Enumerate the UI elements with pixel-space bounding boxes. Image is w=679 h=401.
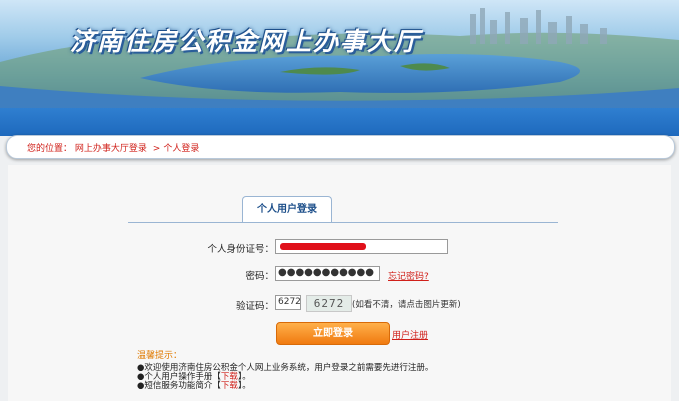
tip-close: 】。 — [237, 381, 251, 391]
tab-personal-login[interactable]: 个人用户登录 — [242, 196, 332, 223]
nav-bar — [0, 108, 679, 136]
password-label: 密码： — [245, 271, 274, 282]
tab-divider — [128, 222, 558, 223]
breadcrumb-current: 个人登录 — [163, 144, 200, 154]
captcha-label: 验证码： — [235, 301, 274, 312]
captcha-hint: (如看不清，请点击图片更新) — [352, 300, 461, 310]
breadcrumb-separator: > — [152, 144, 161, 154]
tip-text: ●短信服务功能简介【 — [137, 381, 221, 391]
site-title: 济南住房公积金网上办事大厅 — [70, 27, 422, 56]
captcha-input[interactable]: 6272 — [275, 295, 301, 310]
id-number-input[interactable] — [275, 239, 448, 254]
breadcrumb-prefix: 您的位置： — [27, 144, 73, 154]
password-input[interactable]: ●●●●●●●●●●● — [275, 266, 380, 281]
login-button[interactable]: 立即登录 — [276, 322, 390, 345]
forgot-password-link[interactable]: 忘记密码? — [388, 269, 429, 282]
captcha-image[interactable]: 6272 — [306, 295, 352, 312]
tips-title: 温馨提示： — [137, 351, 183, 361]
id-redaction-mask — [280, 243, 366, 250]
breadcrumb-home-link[interactable]: 网上办事大厅登录 — [75, 144, 147, 154]
tip-item: ●短信服务功能简介【下载】。 — [137, 382, 251, 391]
sms-guide-download-link[interactable]: 下载 — [221, 381, 238, 391]
register-link[interactable]: 用户注册 — [392, 328, 428, 341]
header-banner: 济南住房公积金网上办事大厅 — [0, 0, 679, 108]
breadcrumb: 您的位置： 网上办事大厅登录 > 个人登录 — [6, 135, 675, 159]
id-number-label: 个人身份证号： — [207, 244, 274, 255]
